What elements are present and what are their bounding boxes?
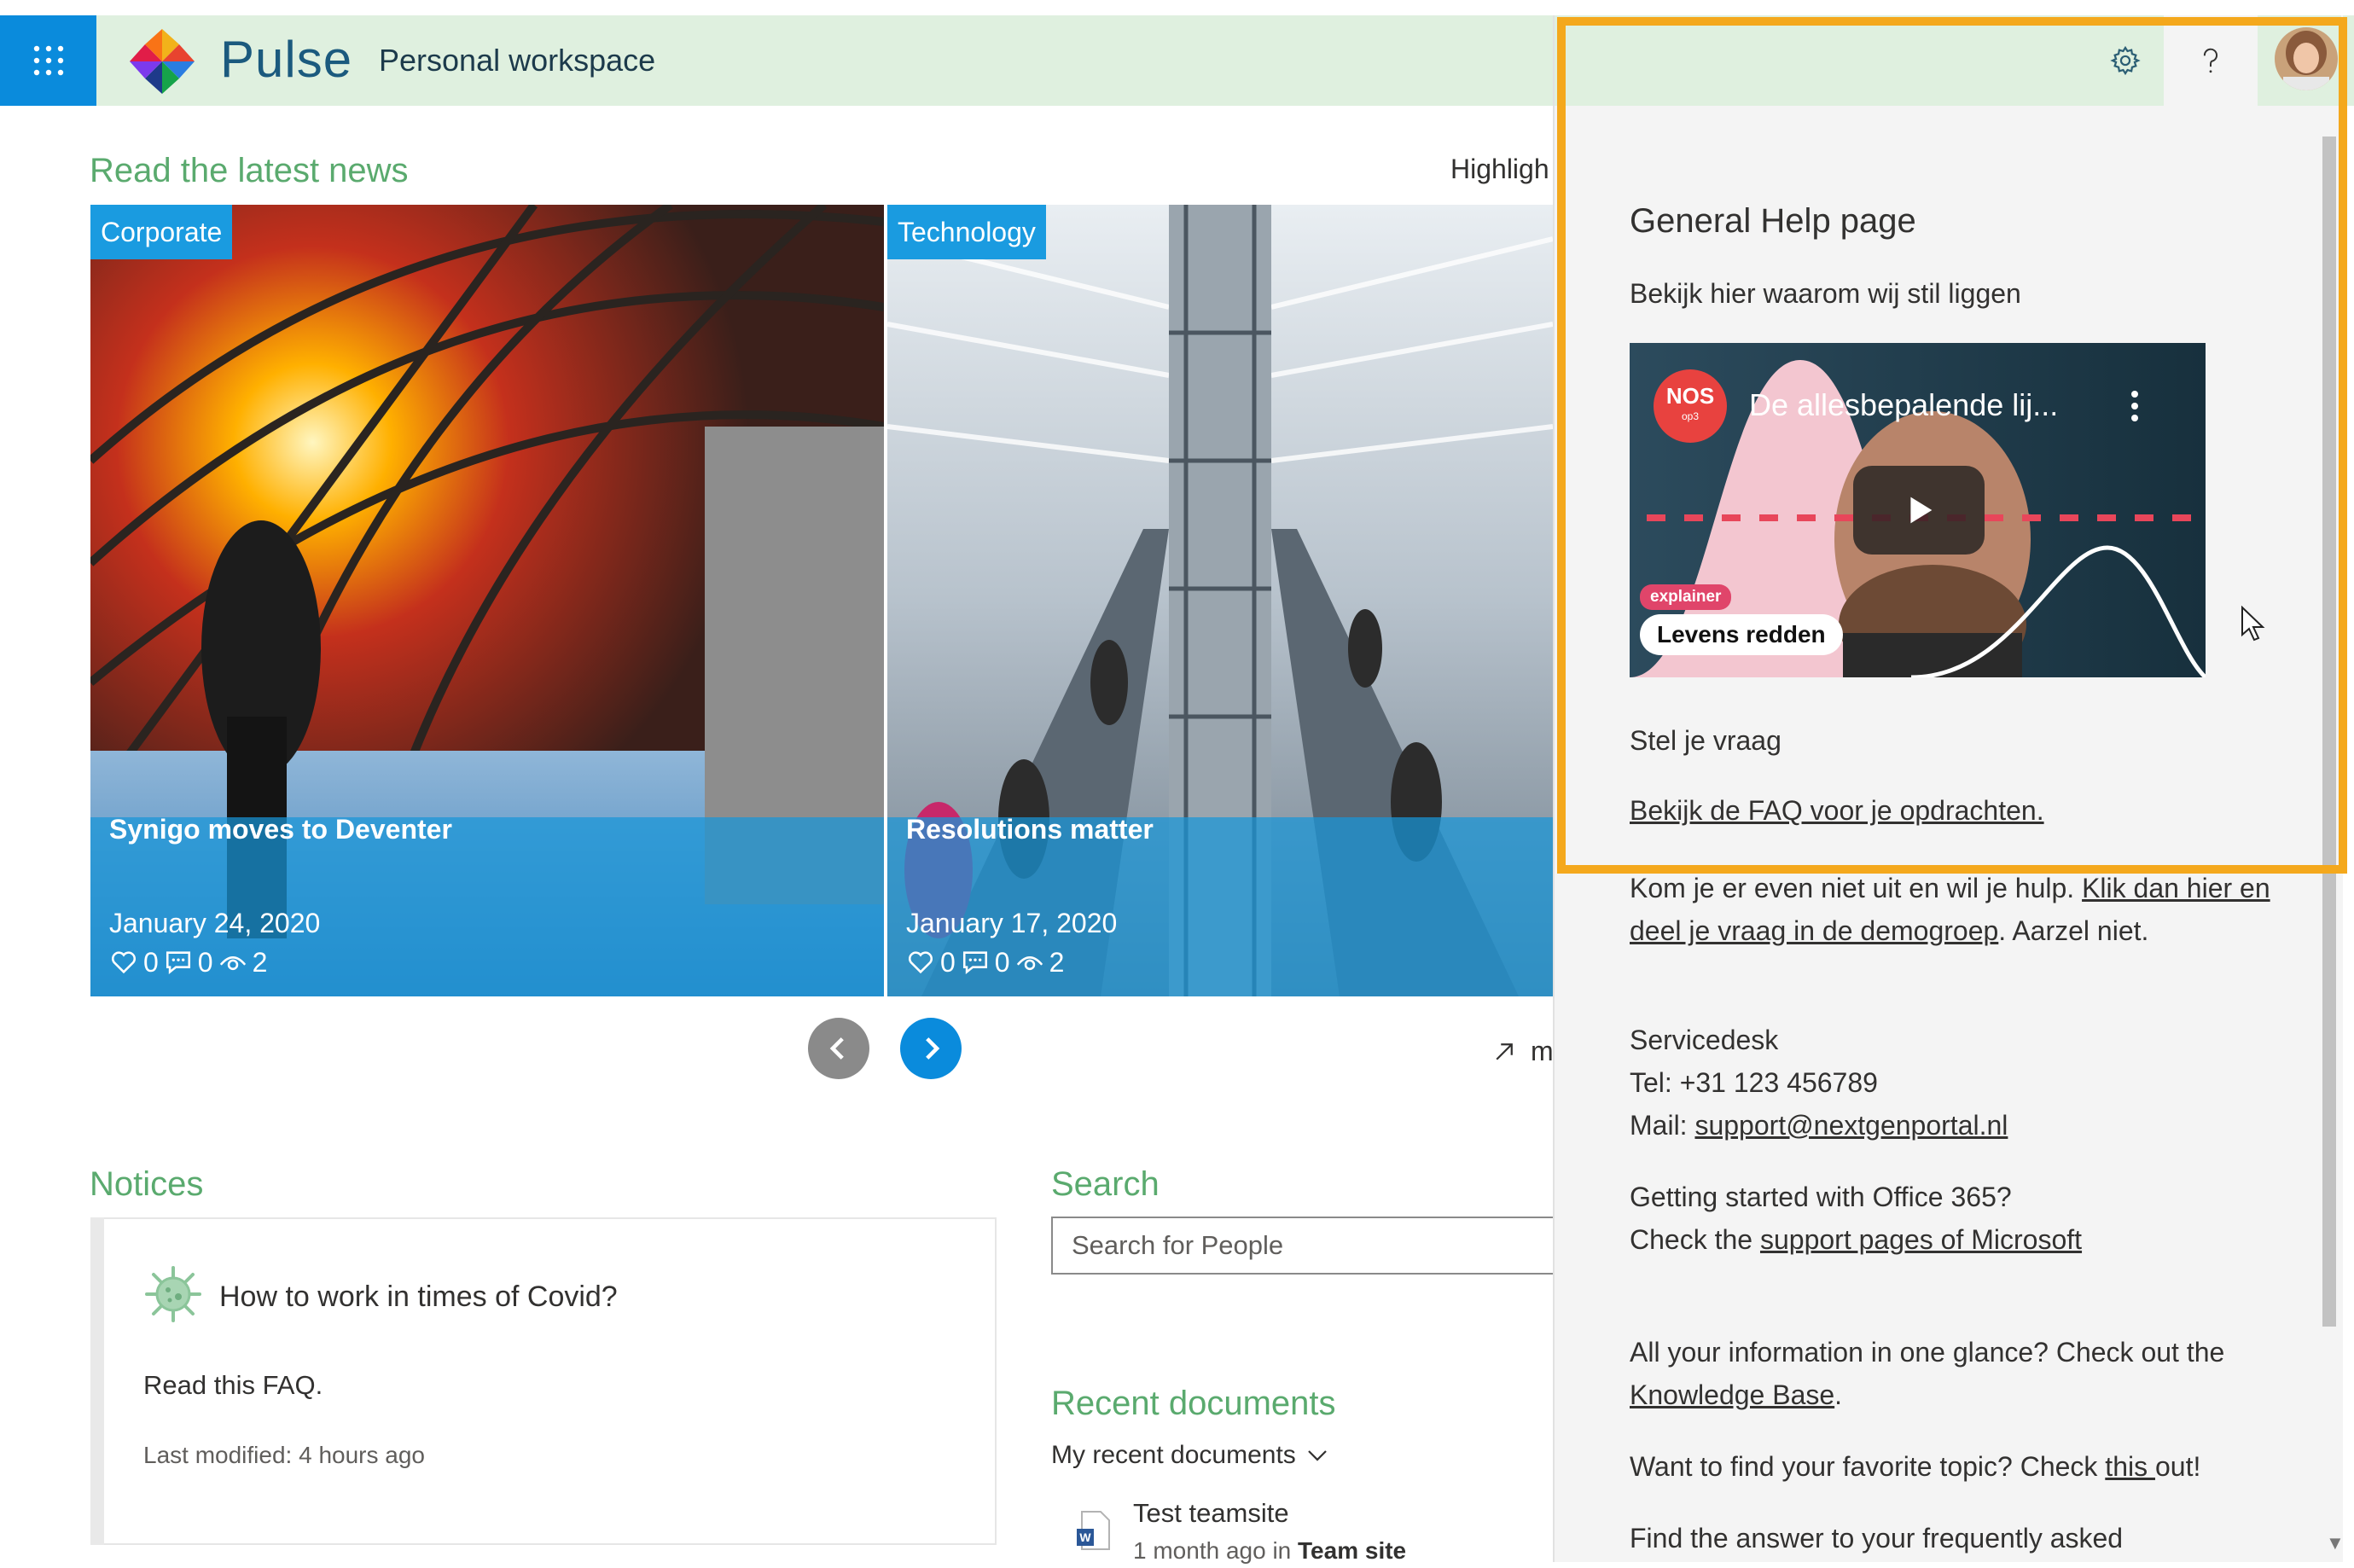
news-card-corporate[interactable]: Corporate Synigo moves to Deventer Janua… bbox=[90, 205, 884, 996]
recent-documents-filter[interactable]: My recent documents bbox=[1051, 1437, 1330, 1474]
servicedesk-heading: Servicedesk bbox=[1630, 1025, 1779, 1055]
video-play-button[interactable] bbox=[1853, 466, 1985, 555]
video-caption: Levens redden bbox=[1640, 614, 1843, 655]
carousel-prev-button[interactable] bbox=[808, 1018, 869, 1079]
notice-body: Read this FAQ. bbox=[143, 1370, 323, 1400]
likes-count: 0 bbox=[940, 947, 956, 978]
document-location[interactable]: Team site bbox=[1298, 1537, 1406, 1564]
notice-modified: Last modified: 4 hours ago bbox=[143, 1442, 425, 1468]
views-count: 2 bbox=[1049, 947, 1065, 978]
video-more-options-button[interactable] bbox=[2124, 387, 2145, 425]
highlights-link[interactable]: Highligh bbox=[1450, 150, 1549, 188]
knowledge-base-text: All your information in one glance? Chec… bbox=[1630, 1331, 2304, 1416]
svg-text:W: W bbox=[1079, 1530, 1091, 1544]
arrow-up-right-icon bbox=[1496, 1042, 1513, 1060]
this-link[interactable]: this bbox=[2105, 1451, 2155, 1482]
heart-icon[interactable] bbox=[906, 948, 935, 977]
comments-count: 0 bbox=[197, 947, 213, 978]
chevron-left-icon bbox=[829, 1037, 844, 1060]
heart-icon[interactable] bbox=[109, 948, 138, 977]
news-card-title[interactable]: Resolutions matter bbox=[906, 810, 1154, 848]
brand-name[interactable]: Pulse bbox=[220, 26, 352, 94]
fav-post: out! bbox=[2154, 1451, 2201, 1482]
help-page-subheading: Bekijk hier waarom wij stil liggen bbox=[1630, 278, 2021, 309]
knowledge-base-link[interactable]: Knowledge Base bbox=[1630, 1379, 1834, 1410]
panel-scrollbar[interactable] bbox=[2322, 136, 2336, 1327]
mouse-cursor bbox=[2241, 605, 2266, 643]
waffle-icon bbox=[33, 45, 63, 76]
comments-count: 0 bbox=[994, 947, 1010, 978]
filter-label: My recent documents bbox=[1051, 1441, 1296, 1469]
channel-name: NOS bbox=[1665, 383, 1715, 409]
office-heading: Getting started with Office 365? bbox=[1630, 1182, 2012, 1212]
see-all-label: m bbox=[1531, 1036, 1554, 1066]
virus-icon bbox=[143, 1264, 203, 1324]
word-doc-icon: W bbox=[1077, 1510, 1111, 1551]
help-icon bbox=[2203, 48, 2217, 73]
news-card-stats: 0 0 2 bbox=[109, 944, 267, 981]
settings-icon bbox=[2110, 45, 2141, 76]
comment-icon[interactable] bbox=[961, 948, 990, 977]
help-paragraph: Kom je er even niet uit en wil je hulp. … bbox=[1630, 867, 2304, 952]
document-in: in bbox=[1272, 1537, 1292, 1564]
news-card-title[interactable]: Synigo moves to Deventer bbox=[109, 810, 452, 848]
search-section-title: Search bbox=[1051, 1165, 1160, 1203]
people-search-box[interactable] bbox=[1051, 1217, 1555, 1275]
see-all-news-link[interactable]: m bbox=[1491, 1036, 1554, 1067]
eye-icon bbox=[219, 956, 246, 971]
recent-documents-title: Recent documents bbox=[1051, 1385, 1336, 1422]
favorite-topic-text: Want to find your favorite topic? Check … bbox=[1630, 1445, 2200, 1488]
video-title[interactable]: De allesbepalende lij... bbox=[1749, 384, 2058, 427]
carousel-next-button[interactable] bbox=[900, 1018, 962, 1079]
app-launcher-button[interactable] bbox=[0, 15, 96, 106]
faq-more-text: Find the answer to your frequently asked bbox=[1630, 1523, 2124, 1553]
video-badge: explainer bbox=[1640, 584, 1732, 610]
eye-icon bbox=[1016, 956, 1043, 971]
office-text: Check the support pages of Microsoft bbox=[1630, 1218, 2082, 1261]
workspace-title: Personal workspace bbox=[379, 43, 656, 78]
ask-question-heading: Stel je vraag bbox=[1630, 725, 1781, 756]
microsoft-support-link[interactable]: support pages of Microsoft bbox=[1760, 1224, 2082, 1255]
document-meta: 1 month ago in Team site bbox=[1133, 1534, 1406, 1568]
channel-logo[interactable]: NOS op3 bbox=[1654, 369, 1727, 443]
user-avatar[interactable] bbox=[2275, 27, 2338, 90]
fav-pre: Want to find your favorite topic? Check bbox=[1630, 1451, 2106, 1482]
news-card-technology[interactable]: Technology Resolutions matter January 17… bbox=[887, 205, 1553, 996]
news-card-stats: 0 0 2 bbox=[906, 944, 1064, 981]
notices-section-title: Notices bbox=[90, 1165, 204, 1203]
help-page-heading: General Help page bbox=[1630, 202, 1916, 240]
help-button[interactable] bbox=[2164, 15, 2258, 106]
more-vertical-icon bbox=[2131, 391, 2138, 421]
news-card-date: January 17, 2020 bbox=[906, 908, 1118, 938]
views-count: 2 bbox=[252, 947, 268, 978]
comment-icon[interactable] bbox=[164, 948, 193, 977]
mail-link[interactable]: support@nextgenportal.nl bbox=[1694, 1110, 2008, 1141]
category-tag[interactable]: Corporate bbox=[90, 205, 233, 259]
pulse-logo[interactable] bbox=[126, 26, 198, 97]
chevron-down-icon bbox=[1308, 1450, 1327, 1461]
category-tag[interactable]: Technology bbox=[887, 205, 1046, 259]
news-section-title: Read the latest news bbox=[90, 152, 409, 189]
help-text: Kom je er even niet uit en wil je hulp. bbox=[1630, 873, 2083, 903]
likes-count: 0 bbox=[143, 947, 159, 978]
help-text: . Aarzel niet. bbox=[1998, 915, 2149, 946]
chevron-right-icon bbox=[926, 1037, 940, 1060]
channel-sub: op3 bbox=[1681, 410, 1700, 422]
servicedesk-phone: Tel: +31 123 456789 bbox=[1630, 1067, 1878, 1098]
scroll-down-arrow[interactable]: ▼ bbox=[2326, 1532, 2345, 1554]
play-icon bbox=[1910, 497, 1933, 524]
faq-link[interactable]: Bekijk de FAQ voor je opdrachten. bbox=[1630, 792, 2044, 829]
document-name[interactable]: Test teamsite bbox=[1133, 1495, 1289, 1532]
servicedesk-mail: Mail: support@nextgenportal.nl bbox=[1630, 1104, 2008, 1147]
mail-label: Mail: bbox=[1630, 1110, 1695, 1141]
kb-pre: All your information in one glance? Chec… bbox=[1630, 1337, 2225, 1368]
notice-accent-bar bbox=[90, 1217, 104, 1545]
kb-post: . bbox=[1834, 1379, 1843, 1410]
settings-button[interactable] bbox=[2087, 15, 2164, 106]
news-card-date: January 24, 2020 bbox=[109, 908, 321, 938]
office-pre: Check the bbox=[1630, 1224, 1760, 1255]
people-search-input[interactable] bbox=[1053, 1218, 1553, 1273]
notice-heading[interactable]: How to work in times of Covid? bbox=[219, 1278, 618, 1315]
document-time: 1 month ago bbox=[1133, 1537, 1266, 1564]
